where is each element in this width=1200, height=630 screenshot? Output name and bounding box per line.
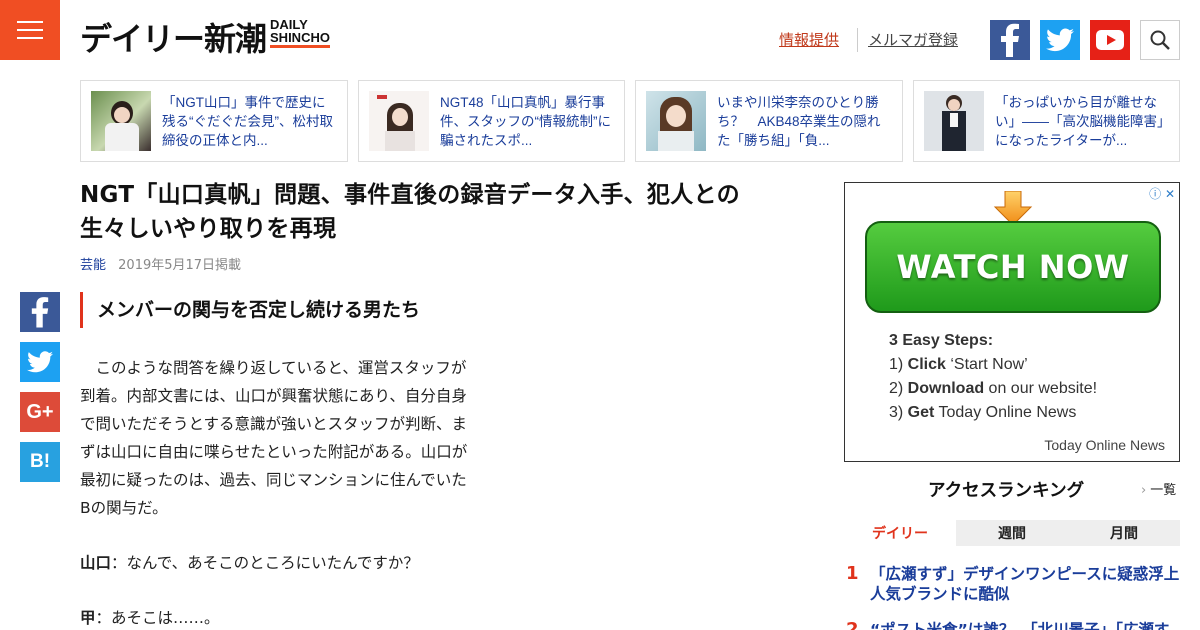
youtube-button[interactable] <box>1090 20 1130 60</box>
share-hatena-button[interactable]: B! <box>20 442 60 482</box>
ranking-title: アクセスランキング <box>928 481 1085 501</box>
ranking-tabs: デイリー 週間 月間 <box>844 520 1180 546</box>
step3-text: Today Online News <box>934 404 1077 421</box>
publish-date: 2019年5月17日掲載 <box>118 258 242 273</box>
menu-bar-icon <box>17 37 43 39</box>
ranking-item[interactable]: 1 「広瀬すず」デザインワンピースに疑惑浮上 人気ブランドに酷似 <box>844 563 1195 604</box>
ranking-item[interactable]: 2 “ポスト米倉”は誰？ 「北川景子」「広瀬すず」 <box>844 620 1180 630</box>
related-article-title: 「NGT山口」事件で歴史に残る“ぐだぐだ会見”、松村取締役の正体と内... <box>162 94 333 148</box>
related-article-card[interactable]: 「NGT山口」事件で歴史に残る“ぐだぐだ会見”、松村取締役の正体と内... <box>80 80 348 162</box>
ranking-more-label: 一覧 <box>1150 483 1177 498</box>
article-title: NGT「山口真帆」問題、事件直後の録音データ入手、犯人との生々しいやり取りを再現 <box>80 182 740 242</box>
header-divider <box>857 28 858 52</box>
advertisement[interactable]: ⓘ ✕ WATCH NOW 3 Easy Steps: 1) Click ‘St… <box>844 182 1180 462</box>
related-article-thumbnail <box>91 91 151 151</box>
twitter-button[interactable] <box>1040 20 1080 60</box>
dialog-text: ：なんで、あそこのところにいたんですか？ <box>111 554 419 572</box>
logo-en-line2: SHINCHO <box>270 30 330 45</box>
ranking-more-link[interactable]: › 一覧 <box>1141 482 1176 500</box>
step1-text: ‘Start Now’ <box>945 356 1028 373</box>
menu-bar-icon <box>17 21 43 23</box>
related-article-card[interactable]: 「おっぱいから目が離せない」――「高次脳機能障害」になったライターが... <box>913 80 1180 162</box>
newsletter-link[interactable]: メルマガ登録 <box>868 30 958 50</box>
dialog-speaker: 甲 <box>80 609 96 627</box>
article-meta: 芸能 2019年5月17日掲載 <box>80 256 241 276</box>
menu-button[interactable] <box>0 0 60 60</box>
related-article-title: 「おっぱいから目が離せない」――「高次脳機能障害」になったライターが... <box>995 94 1164 148</box>
share-twitter-button[interactable] <box>20 342 60 382</box>
dialog-line: 山口：なんで、あそこのところにいたんですか？ <box>80 551 419 575</box>
twitter-icon <box>27 351 53 373</box>
tab-daily[interactable]: デイリー <box>844 520 956 546</box>
facebook-icon <box>1001 23 1019 57</box>
related-article-title: NGT48「山口真帆」暴行事件、スタッフの“情報統制”に騙されたスポ... <box>440 94 611 148</box>
ad-steps: 3 Easy Steps: 1) Click ‘Start Now’ 2) Do… <box>889 332 1098 421</box>
dialog-line: 甲：あそこは……。 <box>80 606 220 630</box>
step2-bold: Download <box>907 380 985 397</box>
step2-text: on our website! <box>984 380 1098 397</box>
related-article-title: いまや川栄李奈のひとり勝ち？ AKB48卒業生の隠れた「勝ち組」「負... <box>717 94 881 148</box>
logo-en-text: DAILY SHINCHO <box>270 18 330 48</box>
adchoices-icon[interactable]: ⓘ ✕ <box>1149 185 1175 202</box>
step3-bold: Get <box>907 404 935 421</box>
related-article-thumbnail <box>924 91 984 151</box>
related-article-thumbnail <box>646 91 706 151</box>
ad-brand: Today Online News <box>1044 437 1165 453</box>
ranking-text: “ポスト米倉”は誰？ 「北川景子」「広瀬すず」 <box>870 621 1170 630</box>
related-article-thumbnail <box>369 91 429 151</box>
dialog-speaker: 山口 <box>80 554 112 572</box>
ranking-number: 2 <box>846 619 859 630</box>
search-icon <box>1150 30 1170 50</box>
youtube-icon <box>1096 30 1124 50</box>
share-googleplus-button[interactable]: G+ <box>20 392 60 432</box>
twitter-icon <box>1046 28 1074 52</box>
ranking-number: 1 <box>846 563 859 584</box>
logo-jp-text: デイリー新潮 <box>80 20 267 58</box>
dialog-text: ：あそこは……。 <box>95 609 220 627</box>
step1-bold: Click <box>907 356 946 373</box>
menu-bar-icon <box>17 29 43 31</box>
ranking-text: 「広瀬すず」デザインワンピースに疑惑浮上 人気ブランドに酷似 <box>870 565 1195 603</box>
category-link[interactable]: 芸能 <box>80 258 106 273</box>
facebook-button[interactable] <box>990 20 1030 60</box>
hatena-bookmark-icon: B! <box>29 451 51 472</box>
tab-monthly[interactable]: 月間 <box>1068 520 1180 546</box>
googleplus-icon: G+ <box>26 400 54 423</box>
related-article-card[interactable]: いまや川栄李奈のひとり勝ち？ AKB48卒業生の隠れた「勝ち組」「負... <box>635 80 903 162</box>
related-article-card[interactable]: NGT48「山口真帆」暴行事件、スタッフの“情報統制”に騙されたスポ... <box>358 80 625 162</box>
steps-title: 3 Easy Steps: <box>889 332 994 349</box>
watch-now-button[interactable]: WATCH NOW <box>865 221 1161 313</box>
search-button[interactable] <box>1140 20 1180 60</box>
chevron-right-icon: › <box>1141 483 1147 498</box>
article-subheading: メンバーの関与を否定し続ける男たち <box>80 292 420 328</box>
article-paragraph: このような問答を繰り返していると、運営スタッフが到着。内部文書には、山口が興奮状… <box>80 359 468 517</box>
facebook-icon <box>31 297 49 328</box>
site-logo[interactable]: デイリー新潮 DAILY SHINCHO <box>80 18 330 60</box>
tab-weekly[interactable]: 週間 <box>956 520 1068 546</box>
share-facebook-button[interactable] <box>20 292 60 332</box>
info-provide-link[interactable]: 情報提供 <box>779 30 839 50</box>
